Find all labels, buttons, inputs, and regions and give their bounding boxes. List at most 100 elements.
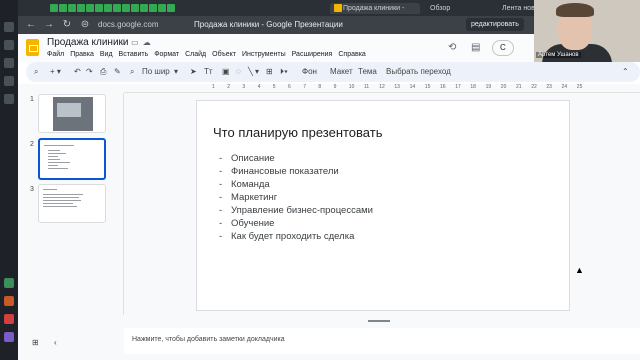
ruler-tick: 24 [561,84,568,90]
bullet-item[interactable]: - Описание [219,153,275,164]
paint-bucket-icon[interactable]: ⏵▾ [280,67,288,77]
slides-logo-icon[interactable] [26,39,39,56]
image-icon[interactable]: ▣ [222,67,230,76]
speaker-notes[interactable]: Нажмите, чтобы добавить заметки докладчи… [124,328,640,354]
dock-app-icon[interactable] [4,296,14,306]
new-slide-icon[interactable]: + ▾ [50,67,61,76]
bullet-item[interactable]: - Как будет проходить сделка [219,231,354,242]
menu-insert[interactable]: Вставить [119,51,149,58]
layout-button[interactable]: Макет [330,67,353,76]
slide-title[interactable]: Что планирую презентовать [213,125,382,140]
dock-app-icon[interactable] [4,332,14,342]
dock-app-icon[interactable] [4,94,14,104]
bullet-text: Обучение [231,218,275,229]
ruler-tick: 5 [272,84,276,90]
ruler-tick: 6 [288,84,291,90]
zoom-chevron-icon[interactable]: ▾ [174,67,178,76]
menu-slide[interactable]: Слайд [185,51,206,58]
edit-chip[interactable]: редактировать [466,18,524,31]
forward-icon[interactable]: → [42,18,56,32]
title-actions: ☆▭☁ [120,38,155,47]
bullet-text: Маркетинг [231,192,278,203]
dock-app-icon[interactable] [4,40,14,50]
collapse-panel-icon[interactable]: ‹ [54,338,57,347]
paint-format-icon[interactable]: ✎ [114,67,121,76]
text-box-icon[interactable]: Tт [204,67,213,76]
menu-format[interactable]: Формат [154,51,179,58]
menu-edit[interactable]: Правка [70,51,94,58]
reload-icon[interactable]: ↻ [60,18,74,32]
print-icon[interactable]: ⎙ [100,67,106,77]
mouse-cursor-icon: ▲ [575,265,584,275]
collapse-toolbar-icon[interactable]: ⌃ [622,67,629,76]
page-title-text: Продажа клиники - Google Презентации [194,20,343,29]
os-dock [0,0,18,360]
menu-file[interactable]: Файл [47,51,64,58]
zoom-select[interactable]: По шир [142,67,170,76]
dock-app-icon[interactable] [4,314,14,324]
slide-canvas[interactable]: Что планирую презентовать - Описание - Фин… [196,100,570,311]
slide-thumbnail-3[interactable] [38,184,106,223]
bullet-item[interactable]: - Обучение [219,218,274,229]
comment-add-icon[interactable]: ⊞ [266,67,273,76]
slide-thumbnail-2[interactable] [38,138,106,180]
menu-help[interactable]: Справка [338,51,365,58]
theme-button[interactable]: Тема [358,67,377,76]
notes-placeholder: Нажмите, чтобы добавить заметки докладчи… [132,336,285,343]
dock-app-icon[interactable] [4,278,14,288]
present-button[interactable]: С [492,40,514,56]
bullet-item[interactable]: - Управление бизнес-процессами [219,205,373,216]
ruler-tick: 3 [242,84,246,90]
tab-overview[interactable]: Обзор [430,3,450,14]
dock-app-icon[interactable] [4,76,14,86]
bullet-text: Финансовые показатели [231,166,339,177]
slide-number: 1 [30,96,34,103]
menu-view[interactable]: Вид [100,51,113,58]
menu-extensions[interactable]: Расширения [292,51,333,58]
ruler-tick: 13 [394,84,400,90]
move-folder-icon[interactable]: ▭ [131,38,143,47]
bullet-text: Команда [231,179,270,190]
history-icon[interactable]: ⟲ [448,42,456,53]
transition-button[interactable]: Выбрать переход [386,67,451,76]
bullet-text: Как будет проходить сделка [231,231,355,242]
dock-app-icon[interactable] [4,58,14,68]
document-title[interactable]: Продажа клиники [47,37,129,48]
notes-resize-handle[interactable] [368,320,390,322]
tab-presentation[interactable]: Продажа клиники - [330,3,420,14]
bullet-text: Управление бизнес-процессами [231,205,373,216]
url-text[interactable]: docs.google.com [98,20,158,29]
ruler-tick: 22 [531,84,537,90]
cloud-icon: ☁ [142,38,155,47]
search-menus-icon[interactable]: ⌕ [34,67,38,77]
menu-object[interactable]: Объект [212,51,236,58]
slide-thumbnail-1[interactable] [38,94,106,133]
dock-app-icon[interactable] [4,22,14,32]
bullet-item[interactable]: - Команда [219,179,270,190]
star-icon[interactable]: ☆ [120,38,131,47]
back-icon[interactable]: ← [24,18,38,32]
comment-icon[interactable]: ▤ [471,42,480,53]
background-button[interactable]: Фон [302,67,317,76]
ruler-tick: 10 [348,84,355,90]
line-icon[interactable]: ╲ ▾ [248,67,259,76]
ruler-tick: 8 [318,84,322,90]
ruler-tick: 7 [303,84,306,90]
vertical-ruler [116,93,124,315]
bullet-item[interactable]: - Финансовые показатели [219,166,339,177]
select-arrow-icon[interactable]: ➤ [190,67,197,76]
shape-icon[interactable]: ◌ [236,67,241,76]
ruler-tick: 19 [485,84,492,90]
ruler-tick: 20 [500,84,507,90]
undo-icon[interactable]: ↶ [74,67,81,76]
zoom-icon[interactable]: ⌕ [130,67,134,77]
tab-favicons[interactable] [50,3,176,14]
ruler-tick: 18 [470,84,476,90]
ruler-tick: 23 [546,84,552,90]
redo-icon[interactable]: ↷ [86,67,93,76]
menu-tools[interactable]: Инструменты [242,51,286,58]
horizontal-ruler: 1 2 3 4 5 6 7 8 9 10 11 12 13 14 15 16 17 18 19 20 21 22 23 24 2… [124,84,640,93]
grid-view-icon[interactable]: ⊞ [32,338,39,347]
bullet-item[interactable]: - Маркетинг [219,192,277,203]
ruler-tick: 4 [257,84,261,90]
